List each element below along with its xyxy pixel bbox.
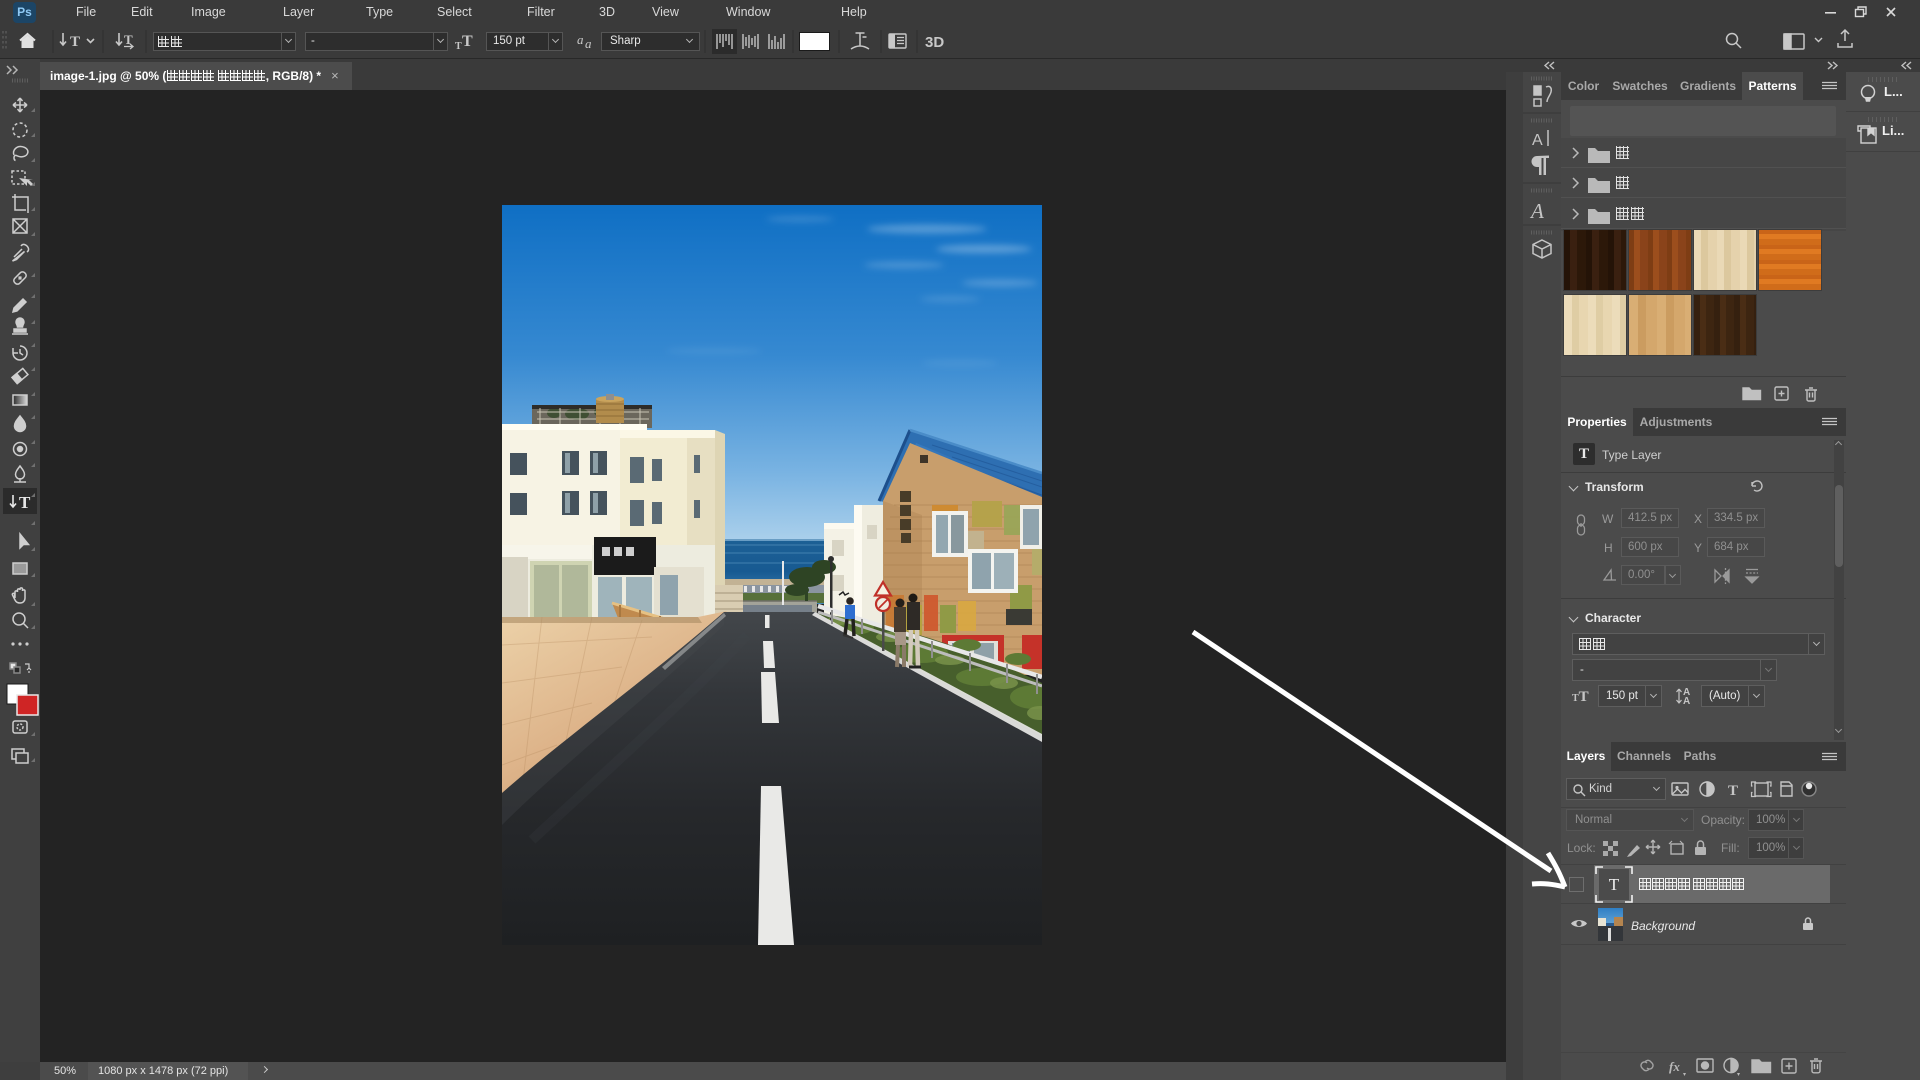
svg-text:a: a: [577, 32, 584, 47]
svg-text:T: T: [19, 493, 31, 512]
svg-text:A: A: [1683, 696, 1690, 707]
svg-text:T: T: [462, 33, 473, 50]
svg-text:T: T: [1728, 783, 1738, 799]
svg-text:fx: fx: [1669, 1059, 1680, 1074]
svg-text:T: T: [455, 41, 462, 52]
svg-text:a: a: [585, 36, 592, 51]
svg-text:3D: 3D: [925, 34, 944, 51]
svg-text:A: A: [1532, 132, 1543, 149]
svg-text:A: A: [1529, 199, 1544, 223]
svg-text:T: T: [70, 34, 80, 50]
